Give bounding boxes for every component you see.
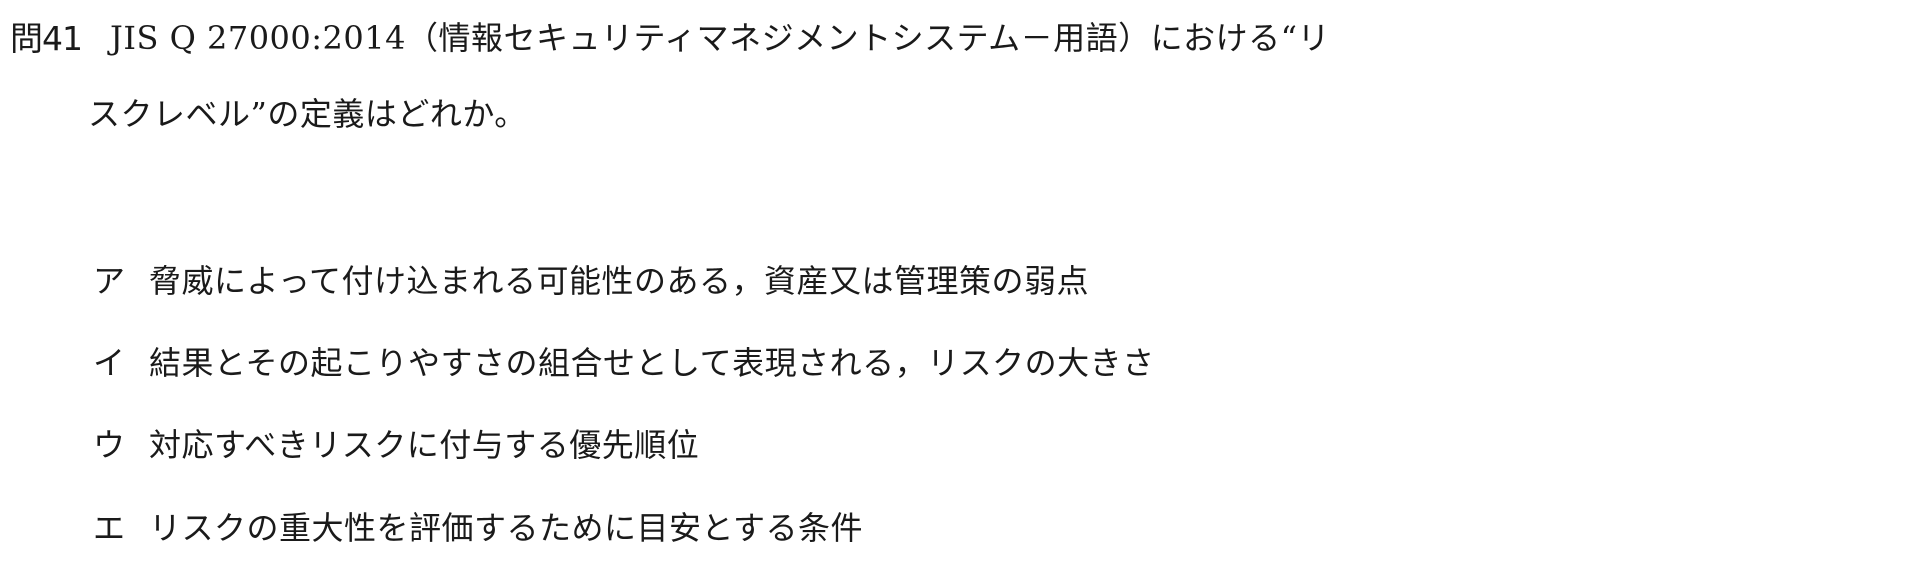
choice-i[interactable]: イ 結果とその起こりやすさの組合せとして表現される，リスクの大きさ — [93, 333, 1155, 389]
choice-text: 結果とその起こりやすさの組合せとして表現される，リスクの大きさ — [149, 344, 1155, 382]
choice-label: エ — [93, 509, 126, 547]
choice-label: イ — [93, 344, 126, 382]
choice-text: リスクの重大性を評価するために目安とする条件 — [149, 509, 864, 547]
choice-label: ア — [93, 262, 126, 300]
question-text-line-2: スクレベル”の定義はどれか。 — [88, 95, 527, 133]
question-line-1: 問41 JIS Q 27000:2014（情報セキュリティマネジメントシステム－… — [10, 8, 1330, 64]
choice-label: ウ — [93, 426, 126, 464]
choice-e[interactable]: エ リスクの重大性を評価するために目安とする条件 — [93, 498, 863, 554]
question-text-line-1: JIS Q 27000:2014（情報セキュリティマネジメントシステム－用語）に… — [110, 19, 1330, 57]
question-number: 問41 — [10, 19, 83, 58]
choice-text: 脅威によって付け込まれる可能性のある，資産又は管理策の弱点 — [149, 262, 1089, 300]
choice-text: 対応すべきリスクに付与する優先順位 — [149, 426, 700, 464]
choice-a[interactable]: ア 脅威によって付け込まれる可能性のある，資産又は管理策の弱点 — [93, 251, 1089, 307]
choice-u[interactable]: ウ 対応すべきリスクに付与する優先順位 — [93, 415, 699, 471]
